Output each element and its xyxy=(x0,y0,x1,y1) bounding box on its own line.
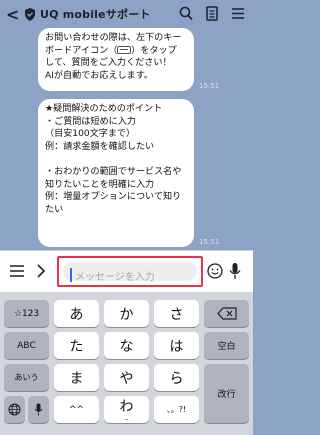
message-bubble: お問い合わせの際は、左下のキー ボードアイコン（ ）をタップ して、質問をご入力く… xyxy=(38,28,194,91)
globe-key[interactable] xyxy=(4,396,25,423)
message-input-placeholder: メッセージを入力 xyxy=(75,272,155,283)
key-emoticon[interactable]: ^^ xyxy=(54,396,99,423)
key-ta[interactable]: た xyxy=(54,332,99,359)
shield-icon xyxy=(25,7,35,21)
message-timestamp: 15:51 xyxy=(199,82,220,90)
chat-area[interactable]: お問い合わせの際は、左下のキー ボードアイコン（ ）をタップ して、質問をご入力く… xyxy=(0,28,253,250)
message-input-highlight[interactable]: メッセージを入力 xyxy=(57,256,203,287)
key-ra[interactable]: ら xyxy=(154,364,199,391)
key-ha[interactable]: は xyxy=(154,332,199,359)
hamburger-menu-icon[interactable] xyxy=(10,264,24,278)
japanese-keyboard: ☆123 あ か さ ABC た な は 空白 あいう ま や ら 改行 ^^ … xyxy=(0,292,253,435)
key-wa-label: わ xyxy=(119,398,134,415)
globe-icon xyxy=(8,403,21,416)
kana-key[interactable]: あいう xyxy=(4,364,49,391)
return-key[interactable]: 改行 xyxy=(204,364,249,423)
key-wa-sub: _ xyxy=(125,412,128,420)
chat-header: < UQ mobileサポート xyxy=(0,0,253,28)
notebook-icon[interactable] xyxy=(205,6,219,21)
message-input[interactable]: メッセージを入力 xyxy=(63,262,197,283)
key-ka[interactable]: か xyxy=(104,300,149,327)
key-sa[interactable]: さ xyxy=(154,300,199,327)
key-na[interactable]: な xyxy=(104,332,149,359)
emoji-icon[interactable] xyxy=(207,263,223,279)
menu-icon[interactable] xyxy=(231,6,245,21)
space-key[interactable]: 空白 xyxy=(204,332,249,359)
message-input-bar: メッセージを入力 xyxy=(0,250,253,292)
key-punctuation[interactable]: 、。?! xyxy=(154,396,199,423)
abc-key[interactable]: ABC xyxy=(4,332,49,359)
key-a[interactable]: あ xyxy=(54,300,99,327)
keyboard-icon xyxy=(117,45,132,54)
microphone-icon xyxy=(34,403,43,416)
back-button[interactable]: < xyxy=(6,5,20,24)
message-bubble: ★疑問解決のためのポイント ・ご質問は短めに入力 （目安100文字まで） 例：請… xyxy=(38,99,194,247)
message-timestamp: 15:51 xyxy=(199,238,220,246)
key-ma[interactable]: ま xyxy=(54,364,99,391)
text-cursor xyxy=(70,268,72,282)
chevron-right-icon[interactable] xyxy=(36,264,46,278)
chat-title: UQ mobileサポート xyxy=(40,8,151,21)
numbers-key[interactable]: ☆123 xyxy=(4,300,49,327)
backspace-icon xyxy=(216,307,237,320)
key-wa[interactable]: わ _ xyxy=(104,396,149,423)
backspace-key[interactable] xyxy=(204,300,249,327)
dictation-key[interactable] xyxy=(28,396,49,423)
search-icon[interactable] xyxy=(179,6,193,21)
key-ya[interactable]: や xyxy=(104,364,149,391)
microphone-icon[interactable] xyxy=(229,262,241,280)
